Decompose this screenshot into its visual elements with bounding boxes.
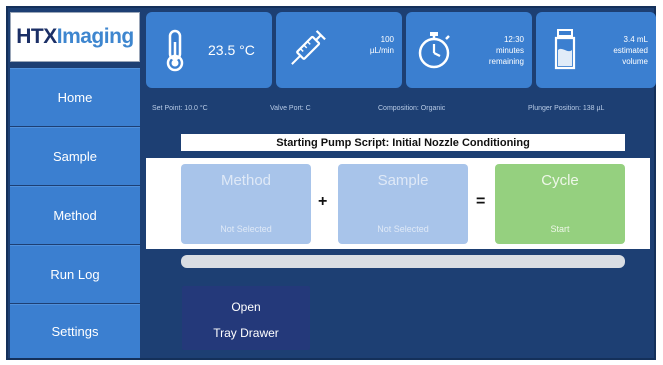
drawer-label-line2: Tray Drawer (213, 326, 279, 340)
temperature-tile: 23.5 °C (146, 12, 272, 88)
cycle-title: Cycle (541, 172, 579, 189)
htx-imaging-logo: HTX Imaging (10, 12, 140, 62)
nav-run-log-button[interactable]: Run Log (10, 245, 140, 303)
nav-home-button[interactable]: Home (10, 68, 140, 126)
logo-htx-text: HTX (16, 25, 57, 48)
method-status: Not Selected (220, 224, 272, 234)
plunger-position-text: Plunger Position: 138 µL (528, 105, 605, 112)
nav-method-label: Method (53, 208, 97, 223)
nav-run-log-label: Run Log (50, 267, 100, 282)
volume-line3: volume (622, 57, 648, 66)
flow-rate-value: 100 µL/min (370, 34, 394, 56)
cycle-start-button[interactable]: Cycle Start (495, 164, 625, 244)
flow-rate-tile: 100 µL/min (276, 12, 402, 88)
method-button[interactable]: Method Not Selected (181, 164, 311, 244)
temperature-value: 23.5 °C (208, 42, 255, 58)
flow-rate-number: 100 (380, 35, 394, 44)
estimated-volume-tile: 3.4 mL estimated volume (536, 12, 656, 88)
nav-settings-label: Settings (51, 324, 99, 339)
flow-rate-unit: µL/min (369, 46, 394, 55)
estimated-volume-value: 3.4 mL estimated volume (613, 34, 648, 67)
pump-script-banner: Starting Pump Script: Initial Nozzle Con… (181, 134, 625, 151)
progress-bar (181, 255, 625, 268)
stopwatch-icon (418, 32, 450, 69)
time-remaining-line3: remaining (488, 57, 524, 66)
open-tray-drawer-button[interactable]: Open Tray Drawer (182, 286, 310, 350)
cycle-start-label: Start (550, 224, 570, 234)
plus-sign: + (318, 193, 328, 210)
volume-number: 3.4 mL (623, 35, 648, 44)
time-remaining-line2: minutes (495, 46, 524, 55)
logo-imaging-text: Imaging (56, 25, 135, 48)
nav-home-label: Home (57, 90, 93, 105)
nav-method-button[interactable]: Method (10, 186, 140, 244)
vial-icon (554, 29, 576, 70)
pump-script-text: Starting Pump Script: Initial Nozzle Con… (276, 136, 530, 149)
set-point-text: Set Point: 10.0 °C (152, 105, 208, 112)
method-title: Method (220, 172, 272, 189)
nav-settings-button[interactable]: Settings (10, 304, 140, 358)
time-remaining-tile: 12:30 minutes remaining (406, 12, 532, 88)
time-remaining-value: 12:30 minutes remaining (489, 34, 524, 67)
nav-sample-button[interactable]: Sample (10, 127, 140, 185)
sample-button[interactable]: Sample Not Selected (338, 164, 468, 244)
time-remaining-number: 12:30 (503, 35, 524, 44)
sample-title: Sample (377, 172, 429, 189)
thermometer-icon (166, 29, 184, 72)
composition-text: Composition: Organic (378, 105, 446, 112)
sample-status: Not Selected (377, 224, 429, 234)
volume-line2: estimated (613, 46, 648, 55)
valve-port-text: Valve Port: C (270, 105, 311, 112)
nav-sample-label: Sample (52, 149, 98, 164)
syringe-icon (291, 30, 326, 65)
equals-sign: = (476, 193, 486, 210)
drawer-label-line1: Open (231, 300, 261, 314)
